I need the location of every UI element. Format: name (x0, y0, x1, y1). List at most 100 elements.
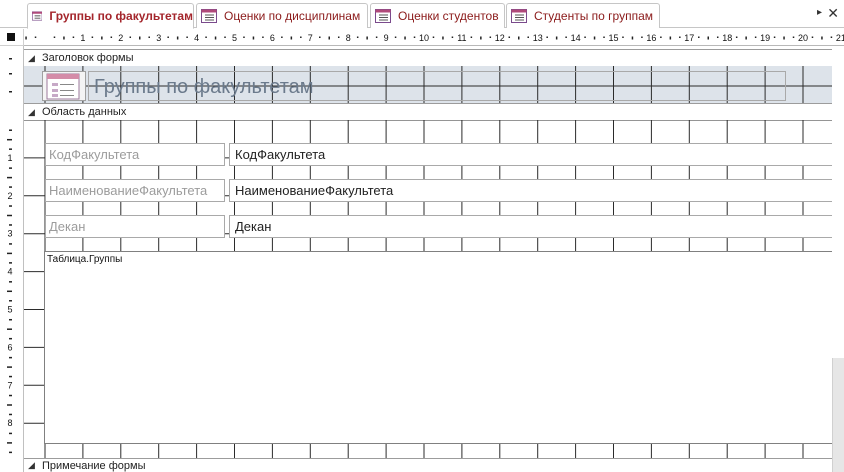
tab-groups-by-faculty[interactable]: Группы по факультетам (27, 3, 194, 29)
ruler-tick (7, 214, 12, 217)
close-icon[interactable]: ✕ (827, 5, 839, 22)
ruler-tick (404, 36, 406, 40)
ruler-tick (508, 36, 511, 38)
ruler-tick (167, 36, 169, 38)
section-header-label: Заголовок формы (42, 52, 134, 64)
ruler-label: 2 (7, 191, 12, 201)
ruler-label: 4 (194, 33, 199, 43)
document-tab-bar: Группы по факультетам Оценки по дисципли… (0, 0, 844, 29)
scroll-tabs-right-icon[interactable]: ▸ (817, 7, 822, 18)
label-faculty-code[interactable]: КодФакультета (45, 143, 225, 166)
horizontal-ruler[interactable]: 123456789101112131415161718192021 (24, 29, 844, 46)
subform-source-label: Таблица.Группы (47, 254, 123, 265)
form-design-window: Группы по факультетам Оценки по дисципли… (0, 0, 844, 472)
tab-students-by-group[interactable]: Студенты по группам (506, 3, 660, 28)
ruler-label: 8 (7, 418, 12, 428)
form-icon (375, 9, 391, 23)
ruler-tick (9, 129, 12, 131)
ruler-tick (110, 36, 113, 38)
tab-label: Оценки по дисциплинам (224, 9, 361, 23)
ruler-label: 5 (7, 305, 12, 315)
ruler-tick (337, 36, 340, 38)
ruler-tick (9, 432, 12, 435)
vertical-scrollbar[interactable] (832, 358, 844, 472)
ruler-tick (631, 36, 634, 40)
ruler-tick (7, 252, 12, 255)
ruler-tick (773, 36, 776, 38)
ruler-tick (754, 36, 757, 38)
ruler-tick (413, 36, 416, 38)
ruler-label: 18 (722, 33, 732, 43)
ruler-tick (328, 36, 330, 40)
ruler-label: 21 (836, 33, 844, 43)
ruler-tick (679, 36, 681, 38)
ruler-tick (811, 36, 814, 38)
textbox-faculty-code[interactable]: КодФакультета (229, 143, 832, 166)
ruler-tick (593, 36, 596, 40)
ruler-tick (375, 36, 378, 38)
form-selector-button[interactable] (0, 29, 24, 46)
ruler-tick (9, 281, 12, 283)
label-dean[interactable]: Декан (45, 215, 225, 238)
ruler-tick (9, 148, 12, 150)
ruler-tick (821, 36, 823, 40)
section-footer-bar[interactable]: ◢ Примечание формы (24, 458, 844, 472)
subform-groups-table[interactable]: Таблица.Группы (44, 251, 832, 444)
ruler-tick (830, 36, 833, 38)
ruler-tick (186, 36, 188, 38)
ruler-tick (518, 36, 520, 40)
ruler-label: 13 (533, 33, 543, 43)
ruler-tick (9, 356, 12, 359)
textbox-faculty-name[interactable]: НаименованиеФакультета (229, 179, 832, 202)
ruler-label: 12 (495, 33, 505, 43)
form-logo-graphic (46, 73, 80, 100)
ruler-tick (603, 36, 605, 38)
ruler-tick (7, 404, 12, 406)
ruler-tick (622, 36, 624, 38)
ruler-tick (7, 138, 12, 141)
ruler-tick (9, 243, 12, 245)
ruler-tick (7, 290, 12, 293)
ruler-tick (139, 36, 141, 40)
section-detail-bar[interactable]: ◢ Область данных (24, 103, 844, 120)
ruler-tick (9, 91, 12, 93)
ruler-tick (129, 36, 132, 38)
ruler-tick (9, 205, 12, 207)
ruler-tick (91, 36, 94, 38)
ruler-tick (565, 36, 567, 38)
ruler-tick (319, 36, 321, 38)
ruler-tick (584, 36, 586, 38)
ruler-label: 8 (346, 33, 351, 43)
ruler-label: 3 (7, 229, 12, 239)
ruler-tick (290, 36, 293, 40)
ruler-tick (25, 36, 27, 40)
ruler-label: 7 (7, 380, 12, 390)
ruler-tick (527, 36, 529, 38)
ruler-label: 16 (646, 33, 656, 43)
ruler-tick (745, 36, 747, 40)
tab-grades-by-discipline[interactable]: Оценки по дисциплинам (196, 3, 368, 28)
section-header-bar[interactable]: ◢ Заголовок формы (24, 49, 844, 66)
ruler-label: 17 (684, 33, 694, 43)
tab-student-grades[interactable]: Оценки студентов (370, 3, 505, 28)
ruler-tick (451, 36, 454, 38)
ruler-tick (252, 36, 255, 40)
ruler-tick (7, 176, 12, 179)
vertical-ruler[interactable]: 1 2 3 4 5 6 7 8 (0, 46, 24, 472)
ruler-tick (9, 337, 12, 340)
ruler-tick (224, 36, 226, 38)
ruler-tick (442, 36, 444, 40)
textbox-dean[interactable]: Декан (229, 215, 832, 238)
ruler-tick (9, 167, 12, 169)
ruler-tick (262, 36, 264, 38)
ruler-tick (281, 36, 283, 38)
ruler-label: 3 (156, 33, 161, 43)
label-faculty-name[interactable]: НаименованиеФакультета (45, 179, 225, 202)
form-logo-icon[interactable] (42, 71, 86, 101)
ruler-tick (9, 300, 12, 302)
ruler-tick (9, 413, 12, 416)
ruler-tick (53, 36, 56, 38)
ruler-tick (9, 224, 12, 226)
ruler-label: 5 (232, 33, 237, 43)
form-title-label[interactable]: Группы по факультетам (88, 71, 786, 101)
